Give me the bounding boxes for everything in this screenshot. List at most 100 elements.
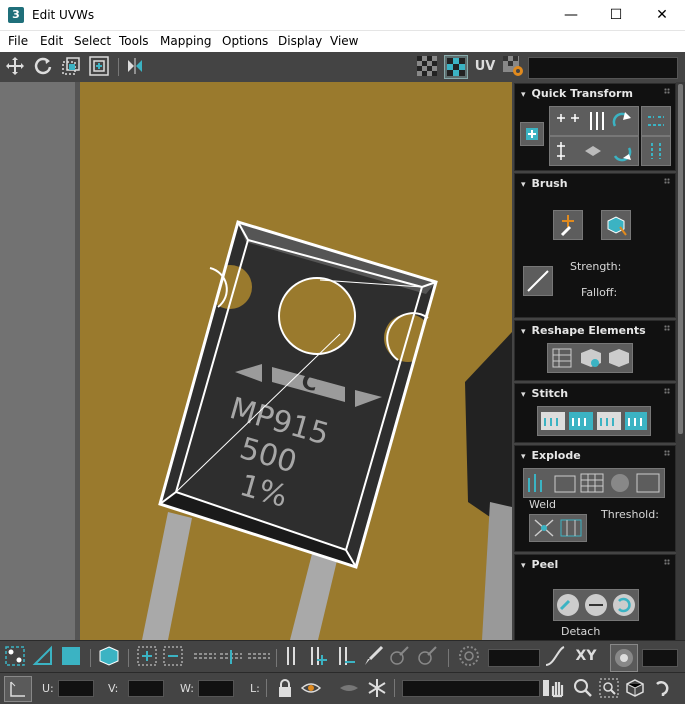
- rollout-brush: Brush Strength: Falloff:: [514, 173, 676, 318]
- zoom-icon[interactable]: [572, 677, 594, 699]
- paint-select-icon[interactable]: [362, 645, 384, 667]
- zoom-extents-icon[interactable]: [624, 677, 646, 699]
- loop-ring-icons[interactable]: [192, 645, 272, 667]
- edge-distance-value[interactable]: [642, 649, 678, 667]
- texture-checker-icon[interactable]: [444, 55, 468, 79]
- app-icon: 3: [8, 7, 24, 23]
- element-select-icon[interactable]: [98, 645, 120, 667]
- filter-dropdown[interactable]: [402, 680, 540, 697]
- paint-move-icon[interactable]: [553, 210, 583, 240]
- space-vertical-icon[interactable]: [641, 136, 671, 166]
- close-button[interactable]: ✕: [639, 0, 685, 30]
- maximize-button[interactable]: ☐: [593, 0, 639, 30]
- freeze-icon[interactable]: [366, 677, 388, 699]
- rollout-title-reshape[interactable]: Reshape Elements: [521, 324, 646, 337]
- v-value-field[interactable]: [128, 680, 164, 697]
- falloff-space-xy[interactable]: XY: [572, 645, 600, 667]
- edge-select-icon[interactable]: [32, 645, 54, 667]
- snap-icon[interactable]: [652, 677, 674, 699]
- ring-grow-icon[interactable]: [306, 645, 328, 667]
- u-value-field[interactable]: [58, 680, 94, 697]
- toolbar-separator: [90, 649, 91, 667]
- grip-icon[interactable]: [664, 450, 670, 456]
- menu-options[interactable]: Options: [222, 34, 268, 48]
- rollout-title-stitch[interactable]: Stitch: [521, 387, 569, 400]
- zoom-region-icon[interactable]: [598, 677, 620, 699]
- rotate-icon[interactable]: [32, 55, 54, 77]
- menu-view[interactable]: View: [330, 34, 358, 48]
- toolbar-separator: [448, 649, 449, 667]
- paint-grow-icon[interactable]: [388, 645, 410, 667]
- move-icon[interactable]: [4, 55, 26, 77]
- reshape-tools-icon[interactable]: [547, 343, 633, 373]
- explode-tools-icon[interactable]: [523, 468, 665, 498]
- menu-tools[interactable]: Tools: [119, 34, 149, 48]
- minimize-button[interactable]: —: [548, 0, 594, 30]
- space-horizontal-icon[interactable]: [641, 106, 671, 136]
- paint-shrink-icon[interactable]: [416, 645, 438, 667]
- top-toolbar: UV: [0, 52, 685, 83]
- peel-tools-icon[interactable]: [553, 589, 639, 621]
- texture-dropdown[interactable]: [528, 57, 678, 79]
- menu-select[interactable]: Select: [74, 34, 111, 48]
- freeform-icon[interactable]: [88, 55, 110, 77]
- rollout-title-peel[interactable]: Peel: [521, 558, 559, 571]
- map-options-icon[interactable]: [502, 55, 524, 77]
- visibility-icon[interactable]: [338, 677, 360, 699]
- uv-channel-toggle[interactable]: UV: [472, 55, 498, 77]
- rollout-title-brush[interactable]: Brush: [521, 177, 568, 190]
- menu-file[interactable]: File: [8, 34, 28, 48]
- falloff-curve-icon[interactable]: [523, 266, 553, 296]
- checker-icon[interactable]: [416, 55, 438, 77]
- weld-tools-icon[interactable]: [529, 514, 587, 542]
- falloff-label: Falloff:: [581, 286, 618, 299]
- menu-display[interactable]: Display: [278, 34, 322, 48]
- rollout-explode: Explode Weld Threshold:: [514, 445, 676, 552]
- uv-border-line: [75, 82, 80, 640]
- hide-show-icon[interactable]: [300, 677, 322, 699]
- stitch-tools-icon[interactable]: [537, 406, 651, 436]
- ring-select-icon[interactable]: [280, 645, 302, 667]
- w-value-field[interactable]: [198, 680, 234, 697]
- soft-selection-icon[interactable]: [458, 645, 480, 667]
- rollout-title-explode[interactable]: Explode: [521, 449, 581, 462]
- uv-viewport[interactable]: C MP915 500 1%: [0, 82, 512, 640]
- lock-icon[interactable]: [274, 677, 296, 699]
- grip-icon[interactable]: [664, 178, 670, 184]
- grip-icon[interactable]: [664, 388, 670, 394]
- strength-label: Strength:: [570, 260, 622, 273]
- grip-icon[interactable]: [664, 88, 670, 94]
- mirror-icon[interactable]: [124, 55, 146, 77]
- shrink-selection-icon[interactable]: [162, 645, 184, 667]
- grip-icon[interactable]: [664, 559, 670, 565]
- grip-icon[interactable]: [664, 325, 670, 331]
- panel-scroll-thumb[interactable]: [678, 84, 683, 434]
- threshold-label: Threshold:: [601, 508, 659, 521]
- scale-icon[interactable]: [60, 55, 82, 77]
- ring-shrink-icon[interactable]: [334, 645, 356, 667]
- pan-icon[interactable]: [546, 677, 568, 699]
- menu-edit[interactable]: Edit: [40, 34, 63, 48]
- align-vertical-icon[interactable]: [549, 136, 639, 166]
- falloff-type-icon[interactable]: [544, 645, 566, 667]
- rollout-title-quick-transform[interactable]: Quick Transform: [521, 87, 633, 100]
- soft-selection-value[interactable]: [488, 649, 540, 667]
- rollout-quick-transform: Quick Transform: [514, 83, 676, 171]
- toolbar-separator: [276, 649, 277, 667]
- selection-toolbar: XY: [0, 640, 685, 673]
- align-horizontal-icon[interactable]: [549, 106, 639, 136]
- panel-scrollbar[interactable]: [676, 82, 685, 640]
- grow-selection-icon[interactable]: [136, 645, 158, 667]
- viewport-canvas[interactable]: C MP915 500 1%: [0, 82, 512, 640]
- limit-soft-selection-icon[interactable]: [610, 644, 638, 672]
- absolute-offset-icon[interactable]: [4, 676, 32, 702]
- menu-mapping[interactable]: Mapping: [160, 34, 212, 48]
- relax-brush-icon[interactable]: [601, 210, 631, 240]
- vertex-select-icon[interactable]: [4, 645, 26, 667]
- polygon-select-icon[interactable]: [60, 645, 82, 667]
- transform-center-icon[interactable]: [520, 122, 544, 146]
- uv-outside-region: [0, 82, 75, 640]
- rollout-stitch: Stitch: [514, 383, 676, 443]
- title-bar: 3 Edit UVWs — ☐ ✕: [0, 0, 685, 31]
- status-toolbar: U: V: W: L:: [0, 672, 685, 704]
